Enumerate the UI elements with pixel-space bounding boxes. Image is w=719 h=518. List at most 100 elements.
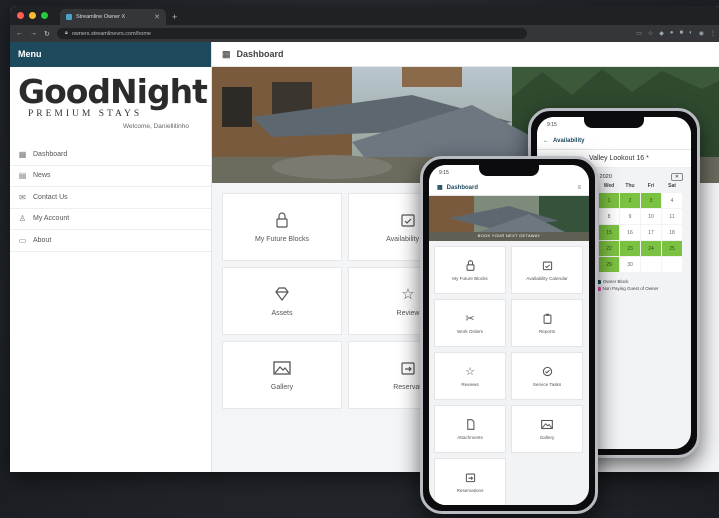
tile-gallery[interactable]: Gallery [511,405,583,453]
calendar-check-icon [399,211,417,229]
calendar-day-cell[interactable]: 17 [641,225,661,240]
extension-icon[interactable]: ◐ [689,30,693,37]
calendar-day-cell[interactable]: 18 [662,225,682,240]
tile-label: Work Orders [457,329,483,334]
tile-label: Availability Calendar [526,276,568,281]
tab-bar: Streamline Owner X ✕ + [10,6,719,25]
hamburger-icon[interactable]: ≡ [577,185,581,191]
calendar-day-cell[interactable]: 9 [620,209,640,224]
calendar-day-cell[interactable]: 15 [599,225,619,240]
tile-label: My Future Blocks [452,276,488,281]
reload-icon[interactable]: ↻ [44,30,50,38]
calendar-day-cell[interactable]: 30 [620,257,640,272]
calendar-day-cell[interactable]: 24 [641,241,661,256]
grid-icon: ▦ [437,185,443,191]
tile-label: Review [396,310,420,317]
menu-dots-icon[interactable]: ⋮ [710,30,716,37]
extension-icon[interactable]: ◆ [659,30,664,37]
tile-label: Reservati [393,384,423,391]
tile-availability-calendar[interactable]: Availability Calendar [511,246,583,294]
bookmark-star-icon[interactable]: ☆ [648,30,653,37]
calendar-day-cell[interactable]: 25 [662,241,682,256]
info-icon: ▭ [18,235,27,245]
calendar-day-cell[interactable]: 1 [599,193,619,208]
star-icon: ☆ [401,286,415,303]
sidebar-item-about[interactable]: ▭ About [10,230,211,252]
calendar-arrow-icon [464,471,476,483]
calendar-toggle-icon[interactable]: ✕ [670,173,683,181]
extension-icons: ▭ ☆ ◆ ● ■ ◐ ◉ ⋮ [636,30,716,37]
calendar-day-cell[interactable] [641,257,661,272]
url-text: owners.streamlinevrs.com/home [71,30,151,37]
calendar-day-cell[interactable]: 16 [620,225,640,240]
sidebar-item-label: About [33,236,52,244]
tile-my-future-blocks[interactable]: My Future Blocks [434,246,506,294]
calendar-day-cell[interactable]: 4 [662,193,682,208]
calendar-day-header: Wed [603,183,615,189]
tile-label: Reservations [456,488,484,493]
minimize-window-button[interactable] [29,12,36,19]
calendar-day-cell[interactable]: 22 [599,241,619,256]
close-tab-icon[interactable]: ✕ [154,13,160,21]
sidebar-item-my-account[interactable]: ♙ My Account [10,209,211,230]
extension-icon[interactable]: ■ [680,30,684,37]
tile-reservations[interactable]: Reservations [434,458,506,505]
calendar-day-cell[interactable]: 23 [620,241,640,256]
extension-icon[interactable]: ● [670,30,674,37]
grid-icon: ▦ [222,48,231,59]
phone-dashboard: 9:15 ▦ Dashboard ≡ BOOK YOUR NEXT GETAWA… [420,156,598,514]
profile-icon[interactable]: ◉ [699,30,704,37]
new-tab-button[interactable]: + [172,9,177,25]
back-icon[interactable]: ← [543,138,549,144]
tile-service-tasks[interactable]: Service Tasks [511,352,583,400]
back-icon[interactable]: ← [16,30,23,37]
address-bar[interactable]: 🔒︎ owners.streamlinevrs.com/home [56,28,527,39]
tile-assets[interactable]: Assets [222,267,342,335]
browser-tab[interactable]: Streamline Owner X ✕ [60,9,166,25]
availability-header: ← Availability [537,132,691,150]
sidebar-item-dashboard[interactable]: ▦ Dashboard [10,144,211,166]
calendar-day-cell[interactable]: 3 [641,193,661,208]
calendar-day-cell[interactable]: 11 [662,209,682,224]
image-icon [273,359,291,377]
legend-label: Non Paying Guest of Owner [602,286,659,291]
tile-reports[interactable]: Reports [511,299,583,347]
sidebar: Menu GoodNight PREMIUM STAYS Welcome, Da… [10,42,212,472]
calendar-day-header: Fri [647,183,655,189]
phone-notch [584,117,644,128]
legend-non-paying: nerNon Paying Guest of Owner [583,285,691,292]
calendar-day-cell[interactable]: 10 [641,209,661,224]
legend-owner-block: Owner Block [597,278,691,285]
check-circle-icon [541,365,553,377]
tile-label: Attachments [457,435,483,440]
tile-gallery[interactable]: Gallery [222,341,342,409]
newspaper-icon: ▤ [18,171,27,181]
calendar-day-cell[interactable]: 8 [599,209,619,224]
maximize-window-button[interactable] [41,12,48,19]
tile-my-future-blocks[interactable]: My Future Blocks [222,193,342,261]
lock-icon [464,259,476,271]
calendar-day-cell[interactable]: 29 [599,257,619,272]
menu-header: Menu [10,42,211,67]
legend-label: Owner Block [603,279,629,284]
logo-text: GoodNight [18,72,208,111]
tools-icon: ✂ [465,312,475,325]
phone-dashboard-header: ▦ Dashboard ≡ [429,180,589,196]
tile-attachments[interactable]: Attachments [434,405,506,453]
calendar-day-cell[interactable] [662,257,682,272]
tile-reviews[interactable]: ☆ Reviews [434,352,506,400]
page-header: ▦ Dashboard [212,42,719,67]
cast-icon[interactable]: ▭ [636,30,642,37]
hero-caption: BOOK YOUR NEXT GETAWAY [477,233,541,238]
image-icon [541,418,553,430]
phone-dashboard-tiles: My Future Blocks Availability Calendar ✂… [429,241,589,505]
sidebar-item-news[interactable]: ▤ News [10,166,211,187]
tile-label: Service Tasks [532,382,562,387]
sidebar-item-label: News [33,172,51,180]
sidebar-item-contact-us[interactable]: ✉ Contact Us [10,187,211,209]
forward-icon[interactable]: → [30,30,37,37]
close-window-button[interactable] [17,12,24,19]
calendar-day-cell[interactable]: 2 [620,193,640,208]
page-title: Dashboard [236,49,284,59]
tile-work-orders[interactable]: ✂ Work Orders [434,299,506,347]
